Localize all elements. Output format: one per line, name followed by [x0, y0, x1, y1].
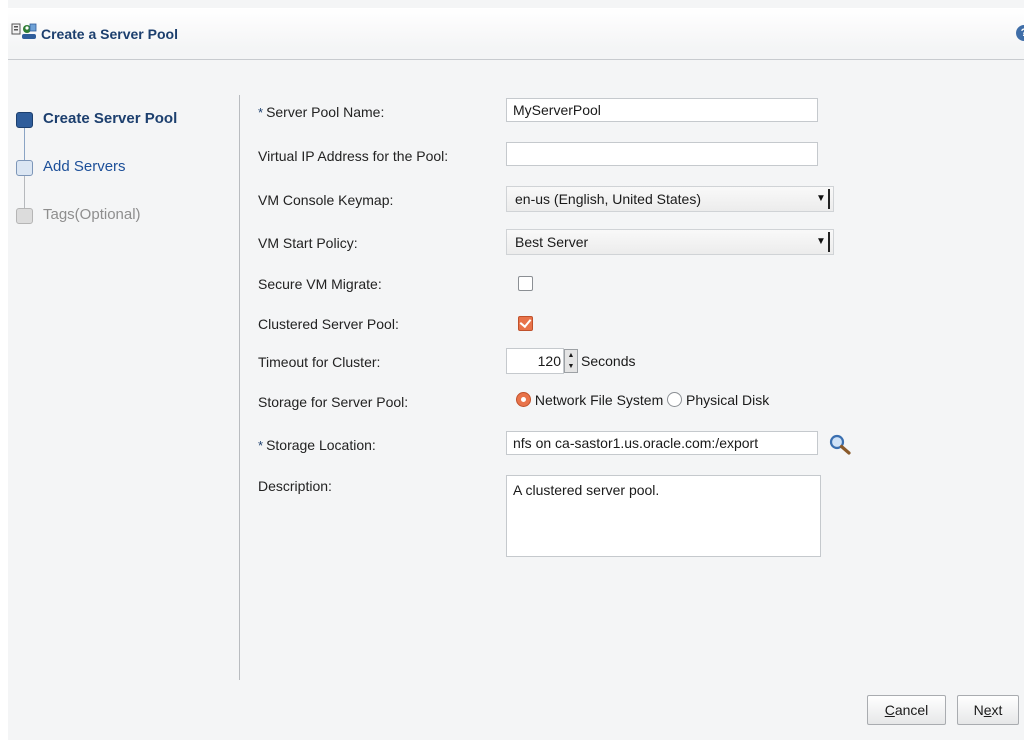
- train-step-create-server-pool[interactable]: Create Server Pool: [16, 109, 216, 131]
- dialog-titlebar: Create a Server Pool ?: [8, 8, 1024, 48]
- radio-nfs[interactable]: [516, 392, 531, 407]
- help-icon[interactable]: ?: [1016, 25, 1024, 41]
- storage-location-row: * Storage Location:: [258, 431, 998, 459]
- virtual-ip-input[interactable]: [506, 142, 818, 166]
- start-policy-label: VM Start Policy:: [258, 235, 358, 251]
- start-policy-value: Best Server: [515, 234, 589, 250]
- secure-migrate-label: Secure VM Migrate:: [258, 276, 382, 292]
- train-step-label: Add Servers: [43, 158, 126, 175]
- radio-physical-disk-label[interactable]: Physical Disk: [686, 392, 769, 408]
- secure-migrate-row: Secure VM Migrate:: [258, 270, 998, 298]
- step-icon: [16, 160, 33, 176]
- server-pool-icon: [11, 23, 37, 39]
- create-server-pool-dialog: Create a Server Pool ? Create Server Poo…: [8, 0, 1024, 740]
- train-step-tags: Tags(Optional): [16, 205, 216, 227]
- train-step-label: Tags(Optional): [43, 206, 141, 223]
- step-current-icon: [16, 112, 33, 128]
- start-policy-select[interactable]: Best Server ▼: [506, 229, 834, 255]
- keymap-value: en-us (English, United States): [515, 191, 701, 207]
- required-marker: *: [258, 105, 264, 120]
- train-divider: [239, 95, 240, 680]
- clustered-row: Clustered Server Pool:: [258, 310, 998, 338]
- virtual-ip-label: Virtual IP Address for the Pool:: [258, 148, 449, 164]
- keymap-label: VM Console Keymap:: [258, 192, 394, 208]
- clustered-label: Clustered Server Pool:: [258, 316, 399, 332]
- title-divider: [8, 59, 1024, 60]
- required-marker: *: [258, 438, 264, 453]
- step-disabled-icon: [16, 208, 33, 224]
- clustered-checkbox[interactable]: [518, 316, 533, 331]
- dialog-title: Create a Server Pool: [41, 26, 178, 42]
- description-label: Description:: [258, 478, 332, 494]
- train-step-label: Create Server Pool: [43, 110, 178, 127]
- secure-migrate-checkbox[interactable]: [518, 276, 533, 291]
- spinner-arrows-icon[interactable]: ▲ ▼: [564, 349, 578, 373]
- storage-type-label: Storage for Server Pool:: [258, 394, 409, 410]
- start-policy-row: VM Start Policy: Best Server ▼: [258, 229, 998, 257]
- timeout-input[interactable]: 120: [506, 348, 564, 374]
- description-textarea[interactable]: A clustered server pool.: [506, 475, 821, 557]
- radio-nfs-label[interactable]: Network File System: [535, 392, 663, 408]
- timeout-label: Timeout for Cluster:: [258, 354, 381, 370]
- storage-location-label: * Storage Location:: [258, 437, 376, 453]
- chevron-down-icon[interactable]: ▼: [814, 232, 830, 252]
- train-step-add-servers[interactable]: Add Servers: [16, 157, 216, 179]
- keymap-select[interactable]: en-us (English, United States) ▼: [506, 186, 834, 212]
- radio-physical-disk[interactable]: [667, 392, 683, 407]
- search-icon[interactable]: [828, 433, 852, 455]
- virtual-ip-row: Virtual IP Address for the Pool:: [258, 142, 998, 170]
- storage-type-row: Storage for Server Pool: Network File Sy…: [258, 388, 998, 416]
- timeout-unit: Seconds: [581, 353, 636, 369]
- storage-radio-group: Network File System Physical Disk: [516, 392, 769, 408]
- chevron-down-icon[interactable]: ▼: [814, 189, 830, 209]
- server-pool-name-label: * Server Pool Name:: [258, 104, 385, 120]
- server-pool-name-input[interactable]: [506, 98, 818, 122]
- cancel-button[interactable]: Cancel: [867, 695, 946, 725]
- next-button[interactable]: Next: [957, 695, 1019, 725]
- description-row: Description: A clustered server pool.: [258, 475, 998, 565]
- server-pool-name-row: * Server Pool Name:: [258, 98, 998, 126]
- storage-location-input[interactable]: [506, 431, 818, 455]
- keymap-row: VM Console Keymap: en-us (English, Unite…: [258, 186, 998, 214]
- timeout-row: Timeout for Cluster: 120 ▲ ▼ Seconds: [258, 348, 998, 376]
